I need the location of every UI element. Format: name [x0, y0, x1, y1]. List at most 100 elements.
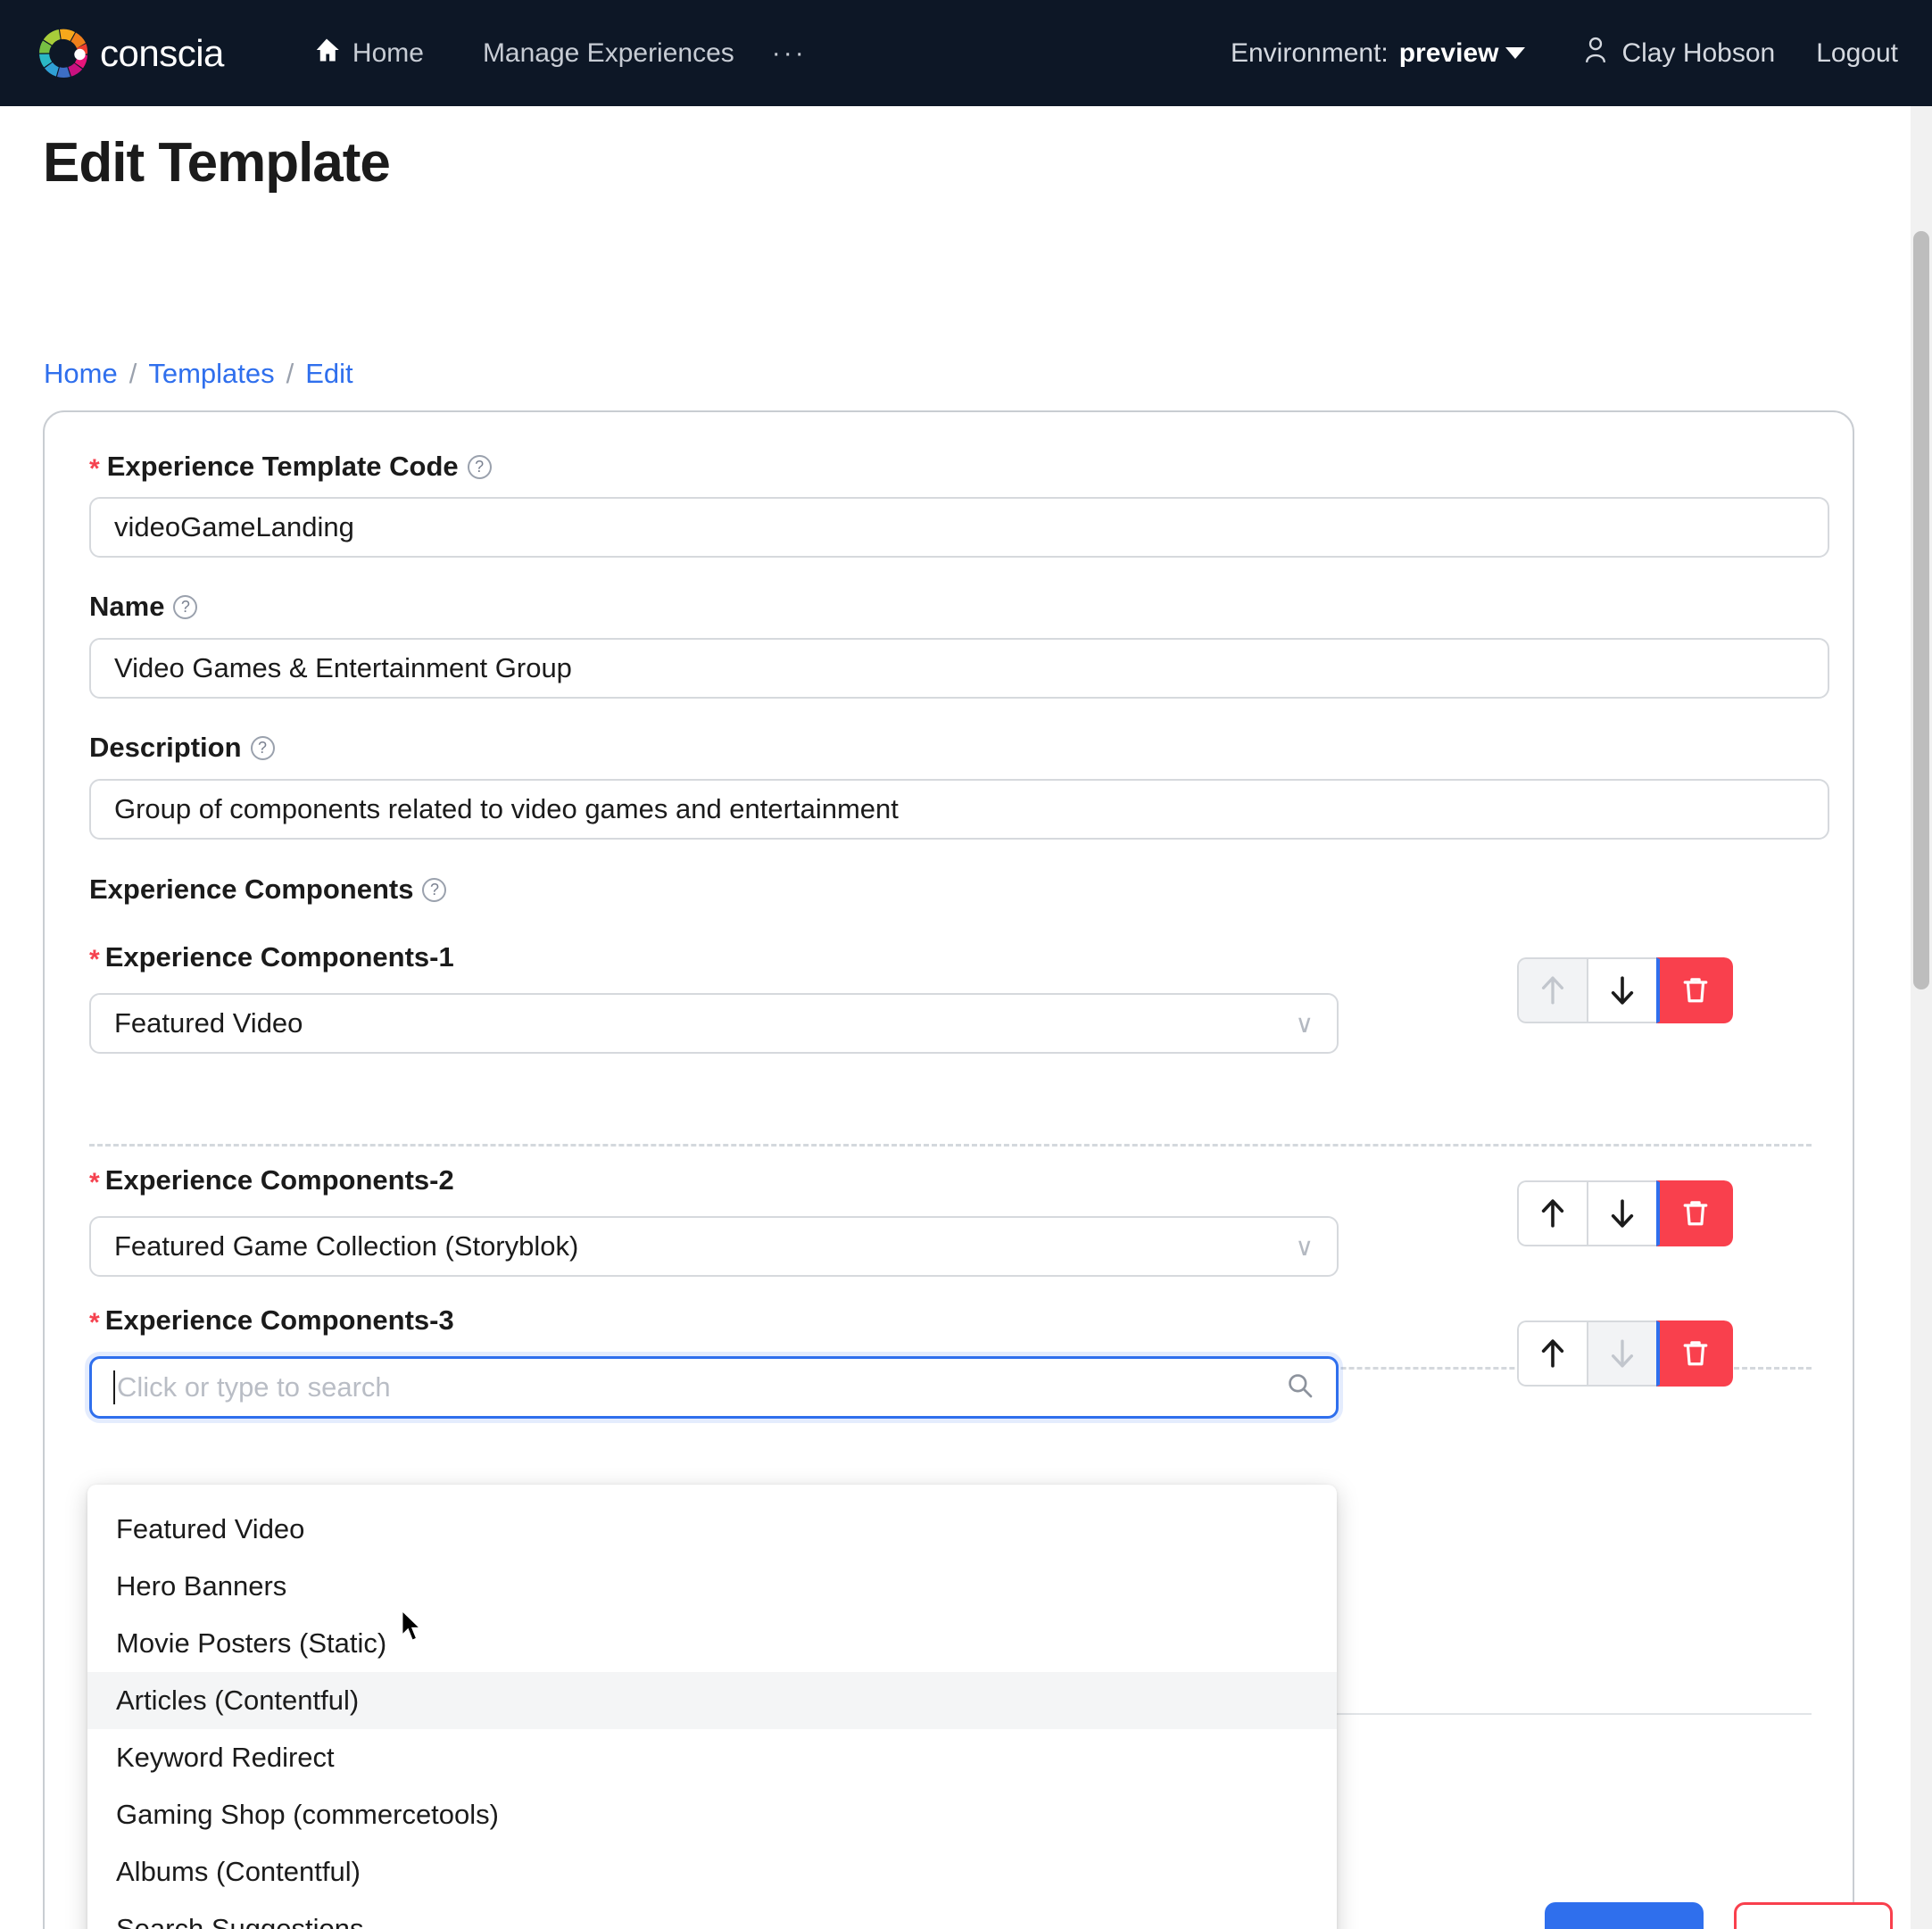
description-label-text: Description	[89, 732, 242, 763]
description-value: Group of components related to video gam…	[114, 793, 899, 824]
arrow-up-icon	[1541, 1339, 1564, 1368]
environment-selector[interactable]: Environment: preview	[1230, 37, 1526, 69]
help-icon[interactable]: ?	[467, 454, 492, 479]
trash-icon	[1683, 978, 1708, 1003]
top-navbar: conscia Home Manage Experiences ··· Envi…	[0, 0, 1932, 106]
component-group-2: * Experience Components-2 Featured Game …	[89, 1164, 1812, 1277]
dropdown-option[interactable]: Movie Posters (Static)	[87, 1615, 1337, 1672]
breadcrumb-item-home[interactable]: Home	[44, 358, 118, 390]
experience-components-label: Experience Components ?	[89, 873, 447, 906]
trash-icon	[1683, 1341, 1708, 1366]
experience-components-label-text: Experience Components	[89, 873, 414, 905]
component-3-title-text: Experience Components-3	[104, 1304, 454, 1336]
breadcrumb: Home / Templates / Edit	[44, 358, 353, 390]
name-label-text: Name	[89, 591, 165, 622]
home-icon	[313, 37, 340, 70]
environment-value: preview	[1398, 37, 1499, 68]
template-code-label-text: Experience Template Code	[106, 451, 459, 482]
component-3-options-dropdown[interactable]: Featured Video Hero Banners Movie Poster…	[87, 1485, 1337, 1929]
dropdown-option-highlighted[interactable]: Articles (Contentful)	[87, 1672, 1337, 1729]
chevron-down-icon	[1505, 47, 1526, 59]
component-1-title-text: Experience Components-1	[104, 941, 454, 973]
nav-item-manage-experiences-label: Manage Experiences	[482, 37, 734, 68]
help-icon[interactable]: ?	[173, 594, 198, 619]
page-body: Edit Template Home / Templates / Edit * …	[0, 106, 1911, 1929]
brand-name: conscia	[100, 31, 224, 74]
component-2-move-down-button[interactable]	[1587, 1180, 1658, 1246]
arrow-down-icon	[1611, 976, 1634, 1005]
component-3-search-input[interactable]: Click or type to search	[89, 1356, 1339, 1419]
environment-label: Environment:	[1230, 37, 1389, 68]
page-scrollbar-thumb[interactable]	[1913, 231, 1929, 989]
mouse-cursor	[401, 1609, 424, 1643]
component-2-move-up-button[interactable]	[1517, 1180, 1588, 1246]
arrow-down-icon	[1611, 1199, 1634, 1228]
help-icon[interactable]: ?	[250, 735, 275, 760]
dropdown-option[interactable]: Albums (Contentful)	[87, 1843, 1337, 1900]
component-1-select[interactable]: Featured Video ∨	[89, 993, 1339, 1054]
page-title: Edit Template	[43, 132, 391, 194]
nav-links: Home Manage Experiences ···	[294, 29, 825, 79]
dropdown-option[interactable]: Keyword Redirect	[87, 1729, 1337, 1786]
dropdown-option[interactable]: Gaming Shop (commercetools)	[87, 1786, 1337, 1843]
chevron-down-icon: ∨	[1295, 1232, 1314, 1261]
breadcrumb-item-templates[interactable]: Templates	[148, 358, 274, 390]
logout-button[interactable]: Logout	[1816, 38, 1898, 69]
name-label: Name ?	[89, 591, 198, 623]
app-window: conscia Home Manage Experiences ··· Envi…	[0, 0, 1932, 1929]
conscia-ring-icon	[36, 26, 91, 81]
component-1-delete-button[interactable]	[1656, 957, 1733, 1023]
component-separator-1	[89, 1144, 1812, 1147]
component-1-move-up-button[interactable]	[1517, 957, 1588, 1023]
template-code-input[interactable]: videoGameLanding	[89, 497, 1829, 558]
component-3-search-wrap: Click or type to search	[89, 1356, 1339, 1419]
dropdown-option[interactable]: Hero Banners	[87, 1558, 1337, 1615]
breadcrumb-separator: /	[286, 358, 294, 389]
help-icon[interactable]: ?	[422, 877, 447, 902]
name-value: Video Games & Entertainment Group	[114, 652, 572, 683]
description-input[interactable]: Group of components related to video gam…	[89, 779, 1829, 840]
template-code-label: * Experience Template Code ?	[89, 451, 492, 483]
component-group-3: * Experience Components-3	[89, 1304, 1812, 1387]
brand-logo[interactable]: conscia	[36, 26, 224, 81]
arrow-up-icon	[1541, 976, 1564, 1005]
component-2-value: Featured Game Collection (Storyblok)	[114, 1230, 579, 1262]
nav-item-home-label: Home	[352, 37, 424, 68]
user-menu[interactable]: Clay Hobson	[1584, 37, 1775, 70]
arrow-down-icon	[1611, 1339, 1634, 1368]
component-2-actions	[1517, 1180, 1733, 1246]
breadcrumb-separator: /	[129, 358, 137, 389]
dropdown-option[interactable]: Search Suggestions	[87, 1900, 1337, 1929]
nav-right-group: Environment: preview Clay Hobson Logout	[1231, 37, 1898, 70]
save-button[interactable]	[1545, 1902, 1704, 1929]
chevron-down-icon: ∨	[1295, 1009, 1314, 1038]
search-icon	[1286, 1371, 1314, 1404]
form-footer-actions	[1545, 1902, 1893, 1929]
nav-overflow-button[interactable]: ···	[754, 29, 825, 78]
component-2-delete-button[interactable]	[1656, 1180, 1733, 1246]
text-cursor	[113, 1370, 115, 1404]
nav-item-manage-experiences[interactable]: Manage Experiences	[463, 29, 754, 78]
breadcrumb-item-edit[interactable]: Edit	[305, 358, 352, 390]
user-icon	[1584, 37, 1607, 70]
arrow-up-icon	[1541, 1199, 1564, 1228]
page-scrollbar-track[interactable]	[1911, 106, 1932, 1929]
required-marker: *	[89, 945, 100, 974]
nav-item-home[interactable]: Home	[294, 29, 444, 79]
component-2-select[interactable]: Featured Game Collection (Storyblok) ∨	[89, 1216, 1339, 1277]
component-1-actions	[1517, 957, 1733, 1023]
template-code-value: videoGameLanding	[114, 511, 354, 542]
dropdown-option[interactable]: Featured Video	[87, 1501, 1337, 1558]
trash-icon	[1683, 1201, 1708, 1226]
cancel-button[interactable]	[1734, 1902, 1893, 1929]
component-3-move-up-button[interactable]	[1517, 1320, 1588, 1387]
component-3-search-placeholder: Click or type to search	[117, 1371, 391, 1403]
component-3-delete-button[interactable]	[1656, 1320, 1733, 1387]
description-label: Description ?	[89, 732, 275, 764]
name-input[interactable]: Video Games & Entertainment Group	[89, 638, 1829, 699]
required-marker: *	[89, 1308, 100, 1337]
component-3-move-down-button[interactable]	[1587, 1320, 1658, 1387]
required-marker: *	[89, 454, 100, 484]
component-1-move-down-button[interactable]	[1587, 957, 1658, 1023]
component-group-1: * Experience Components-1 Featured Video…	[89, 941, 1812, 1054]
